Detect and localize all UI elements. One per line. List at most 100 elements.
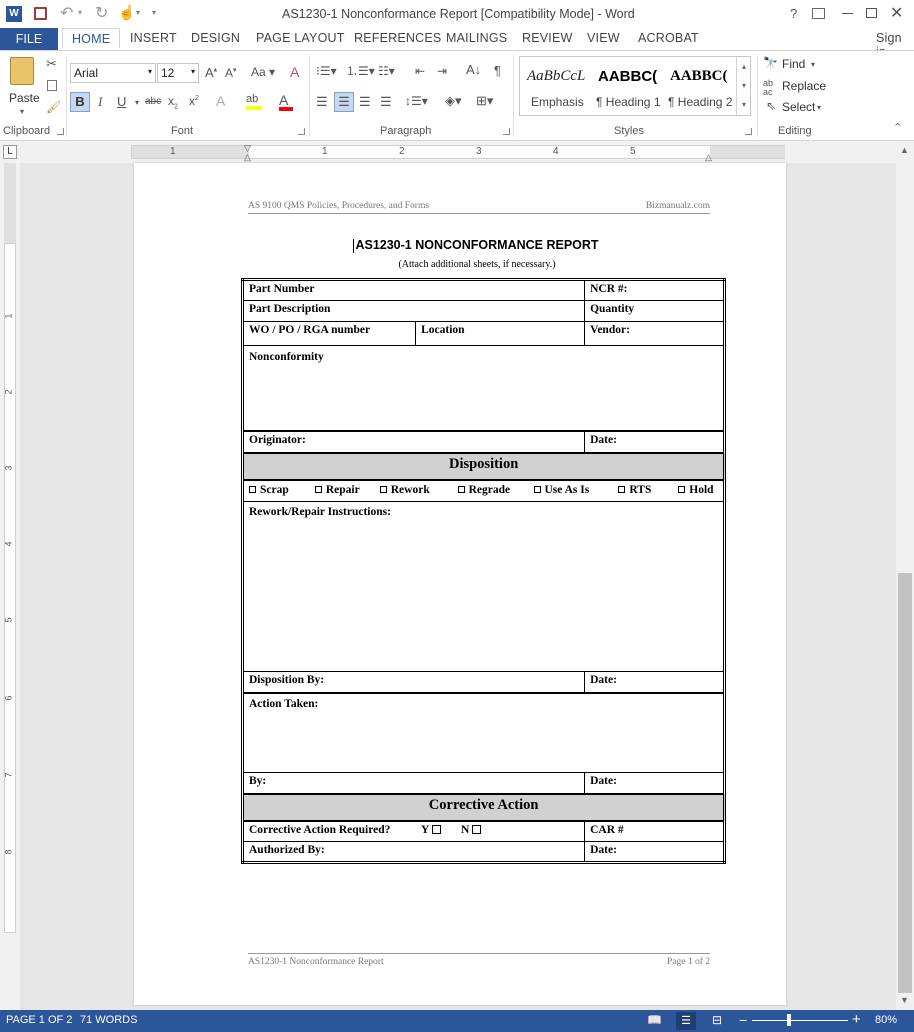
strikethrough-button[interactable]: abc (145, 97, 161, 107)
select-icon[interactable]: ⇖ (766, 100, 776, 112)
vertical-ruler[interactable]: 1 2 3 4 5 6 7 8 (0, 163, 20, 1010)
print-layout-icon[interactable]: ☰ (676, 1012, 696, 1030)
checkbox-icon[interactable] (379, 485, 387, 493)
ribbon-display-options-icon[interactable] (812, 8, 825, 19)
tab-home[interactable]: HOME (62, 28, 121, 48)
checkbox-icon[interactable] (533, 485, 541, 493)
style-heading1[interactable]: AABBC( ¶ Heading 1 (594, 59, 664, 113)
zoom-out-icon[interactable]: − (739, 1012, 747, 1028)
authorized-by-field[interactable]: Authorized By: (241, 841, 586, 863)
by-date-field[interactable]: Date: (584, 772, 726, 794)
tab-page-layout[interactable]: PAGE LAYOUT (256, 31, 345, 45)
help-button[interactable]: ? (790, 6, 797, 21)
text-effects-icon[interactable]: A (216, 94, 225, 108)
option-regrade[interactable]: Regrade (457, 484, 531, 496)
shrink-font-icon[interactable]: A▾ (225, 67, 237, 79)
zoom-slider-thumb[interactable] (787, 1014, 791, 1026)
option-rts[interactable]: RTS (618, 484, 675, 496)
disposition-date-field[interactable]: Date: (584, 671, 726, 693)
part-number-field[interactable]: Part Number (241, 279, 586, 301)
bold-button[interactable]: B (70, 92, 90, 112)
find-icon[interactable]: 🔭 (763, 57, 778, 69)
tab-references[interactable]: REFERENCES (354, 31, 441, 45)
undo-dropdown-icon[interactable]: ▾ (78, 8, 82, 17)
disposition-by-field[interactable]: Disposition By: (241, 671, 586, 693)
format-painter-icon[interactable]: 🖌 (46, 101, 61, 113)
horizontal-ruler[interactable]: 1 1 2 3 4 5 ▽ △ △ (131, 143, 785, 162)
paste-icon[interactable] (10, 57, 34, 85)
read-mode-icon[interactable]: 📖 (647, 1013, 662, 1027)
underline-dropdown-icon[interactable]: ▾ (135, 99, 139, 107)
justify-icon[interactable]: ☰ (380, 95, 392, 108)
align-right-icon[interactable]: ☰ (359, 95, 371, 108)
scroll-down-icon[interactable]: ▼ (900, 995, 909, 1005)
line-spacing-icon[interactable]: ↕☰▾ (405, 95, 428, 107)
option-repair[interactable]: Repair (314, 484, 377, 496)
action-taken-field[interactable]: Action Taken: (241, 691, 726, 773)
save-icon[interactable] (34, 7, 47, 20)
collapse-ribbon-icon[interactable]: ⌃ (893, 123, 902, 134)
tab-design[interactable]: DESIGN (191, 31, 240, 45)
redo-icon[interactable]: ↻ (95, 3, 108, 23)
checkbox-icon[interactable] (314, 485, 322, 493)
maximize-icon[interactable] (866, 8, 877, 18)
right-indent-marker[interactable]: △ (705, 152, 712, 163)
page-count[interactable]: PAGE 1 OF 2 (6, 1014, 72, 1026)
grow-font-icon[interactable]: A▴ (205, 66, 217, 79)
underline-button[interactable]: U (117, 95, 126, 108)
styles-scroll[interactable]: ▴ ▾ ▾ (736, 57, 751, 115)
sort-icon[interactable]: A↓ (466, 63, 481, 76)
tab-file[interactable]: FILE (0, 28, 58, 50)
ncr-field[interactable]: NCR #: (584, 279, 726, 301)
car-field[interactable]: CAR # (584, 820, 726, 842)
shading-icon[interactable]: ◈▾ (445, 94, 462, 107)
checkbox-icon[interactable] (432, 824, 442, 834)
ca-yes-option[interactable]: Y (421, 824, 461, 836)
italic-button[interactable]: I (98, 95, 102, 108)
document-page[interactable]: AS 9100 QMS Policies, Procedures, and Fo… (134, 163, 786, 1005)
replace-icon[interactable]: ab ac (763, 79, 773, 97)
checkbox-icon[interactable] (678, 485, 686, 493)
authorized-date-field[interactable]: Date: (584, 841, 726, 863)
nonconformity-field[interactable]: Nonconformity (241, 345, 726, 431)
checkbox-icon[interactable] (472, 824, 482, 834)
style-heading2[interactable]: AABBC( ¶ Heading 2 (668, 59, 734, 113)
zoom-slider[interactable] (752, 1014, 848, 1026)
tab-insert[interactable]: INSERT (130, 31, 177, 45)
checkbox-icon[interactable] (618, 485, 626, 493)
quantity-field[interactable]: Quantity (584, 300, 726, 322)
tab-acrobat[interactable]: ACROBAT (638, 31, 699, 45)
subscript-button[interactable]: x2 (168, 95, 178, 111)
word-app-icon[interactable]: W (6, 6, 22, 22)
font-name-dropdown-icon[interactable]: ▾ (148, 67, 152, 76)
qat-more-icon[interactable]: ▾ (152, 8, 156, 17)
cut-icon[interactable]: ✂ (46, 57, 57, 70)
align-left-icon[interactable]: ☰ (316, 95, 328, 108)
paragraph-launcher-icon[interactable] (503, 128, 510, 135)
font-launcher-icon[interactable] (298, 128, 305, 135)
originator-field[interactable]: Originator: (241, 429, 586, 453)
hanging-indent-marker[interactable]: △ (244, 152, 251, 163)
decrease-indent-icon[interactable]: ⇤ (415, 65, 425, 77)
minimize-icon[interactable] (842, 13, 853, 14)
tab-selector-icon[interactable]: L (3, 145, 17, 159)
clipboard-launcher-icon[interactable] (57, 128, 64, 135)
by-field[interactable]: By: (241, 772, 586, 794)
option-hold[interactable]: Hold (678, 484, 718, 496)
option-rework[interactable]: Rework (379, 484, 455, 496)
location-field[interactable]: Location (415, 321, 586, 346)
touch-mode-icon[interactable]: ☝ (118, 4, 135, 21)
vertical-scrollbar[interactable]: ▲ ▼ (896, 141, 914, 1010)
vendor-field[interactable]: Vendor: (584, 321, 726, 346)
scroll-thumb[interactable] (898, 573, 912, 993)
find-dropdown-icon[interactable]: ▾ (811, 61, 815, 69)
tab-mailings[interactable]: MAILINGS (446, 31, 507, 45)
option-use-as-is[interactable]: Use As Is (533, 484, 616, 496)
font-size-combo[interactable]: 12 ▾ (157, 63, 199, 83)
show-formatting-icon[interactable]: ¶ (494, 64, 501, 77)
tab-view[interactable]: VIEW (587, 31, 620, 45)
zoom-level[interactable]: 80% (875, 1014, 897, 1026)
checkbox-icon[interactable] (457, 485, 465, 493)
change-case-icon[interactable]: Aa ▾ (251, 66, 275, 78)
ca-no-option[interactable]: N (461, 824, 482, 836)
